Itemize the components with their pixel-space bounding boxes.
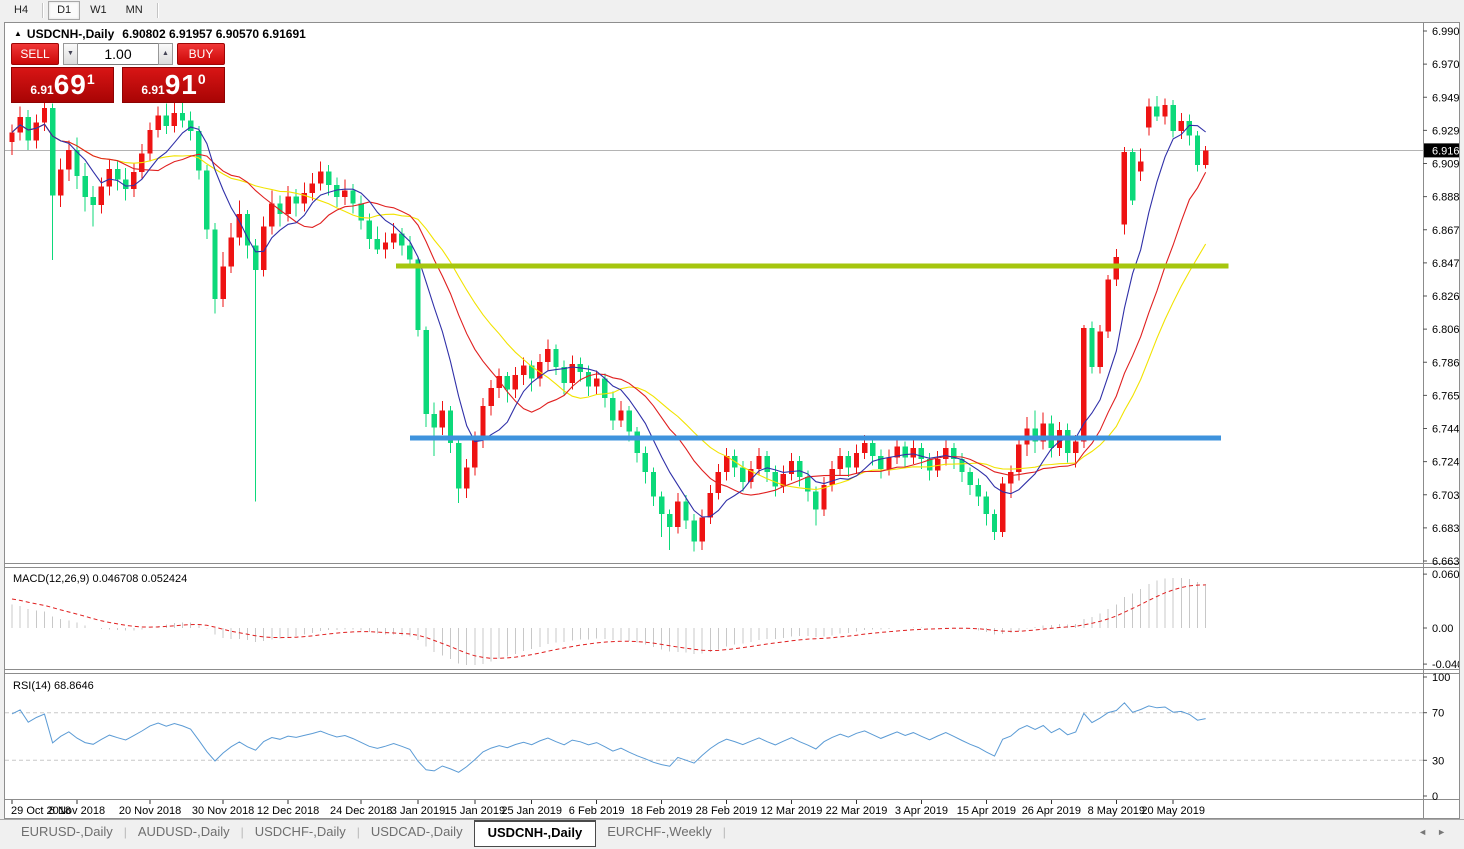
timeframe-button-w1[interactable]: W1 [81, 1, 116, 20]
sell-price-display[interactable]: 6.91 69 1 [11, 67, 114, 103]
timeframe-button-h4[interactable]: H4 [5, 1, 37, 20]
ma-fast-line [11, 123, 1206, 518]
date-label: 3 Jan 2019 [391, 805, 445, 817]
toolbar-separator [42, 3, 45, 18]
macd-panel[interactable]: MACD(12,26,9) 0.046708 0.052424 [11, 573, 1207, 665]
tab-scroll-arrows[interactable]: ◄► [1418, 827, 1456, 837]
date-label: 8 May 2019 [1088, 805, 1145, 817]
timeframe-toolbar: H4 D1 W1 MN [0, 0, 1464, 21]
price-axis-label: 6.90910 [1432, 159, 1459, 171]
date-axis[interactable]: 29 Oct 20188 Nov 2018 20 Nov 2018 30 Nov 2… [11, 800, 1205, 817]
price-axis-label: 6.70390 [1432, 490, 1459, 502]
tab-usdchf-daily[interactable]: USDCHF-,Daily [244, 820, 357, 844]
date-label: 12 Dec 2018 [257, 805, 319, 817]
price-axis-label: 6.74470 [1432, 424, 1459, 436]
candlesticks [9, 96, 1209, 552]
macd-axis-label: -0.040415 [1432, 659, 1459, 671]
one-click-trading-widget: SELL ▼ ▲ BUY 6.91 69 1 6.91 91 0 [11, 43, 225, 103]
price-axis-label: 6.66310 [1432, 556, 1459, 568]
price-axis-label: 6.97030 [1432, 59, 1459, 71]
current-price-tag-text: 6.91691 [1432, 145, 1459, 157]
sell-price-prefix: 6.91 [30, 82, 54, 97]
date-label: 3 Apr 2019 [895, 805, 948, 817]
date-label: 20 May 2019 [1141, 805, 1205, 817]
buy-price-big: 91 [164, 69, 198, 100]
resistance-line[interactable] [396, 263, 1229, 269]
rsi-panel[interactable]: RSI(14) 68.8646 [5, 680, 1423, 773]
date-label: 20 Nov 2018 [119, 805, 181, 817]
price-chart-svg[interactable]: MACD(12,26,9) 0.046708 0.052424 RSI(14) 6… [5, 23, 1459, 818]
rsi-axis-label: 100 [1432, 672, 1450, 684]
chart-window: MACD(12,26,9) 0.046708 0.052424 RSI(14) 6… [4, 22, 1460, 819]
price-axis-label: 6.94990 [1432, 92, 1459, 104]
price-panel[interactable] [5, 96, 1423, 552]
tab-separator: | [722, 825, 726, 839]
macd-label: MACD(12,26,9) 0.046708 0.052424 [13, 573, 187, 585]
tab-usdcnh-daily[interactable]: USDCNH-,Daily [473, 820, 597, 847]
date-label: 24 Dec 2018 [330, 805, 392, 817]
date-label: 28 Feb 2019 [696, 805, 758, 817]
tab-eurchf-weekly[interactable]: EURCHF-,Weekly [596, 820, 723, 844]
toolbar-separator [156, 3, 159, 18]
date-label: 15 Apr 2019 [957, 805, 1016, 817]
sell-price-big: 69 [53, 69, 87, 100]
macd-axis-label: 0.00 [1432, 623, 1453, 635]
date-label: 6 Feb 2019 [569, 805, 625, 817]
price-axis-label: 6.86770 [1432, 225, 1459, 237]
price-axis[interactable]: 6.99070 6.97030 6.94990 6.92950 6.90910 6.888… [1423, 23, 1459, 818]
tab-audusd-daily[interactable]: AUDUSD-,Daily [127, 820, 241, 844]
collapse-trade-panel-icon[interactable]: ▲ [14, 29, 22, 38]
tab-eurusd-daily[interactable]: EURUSD-,Daily [10, 820, 124, 844]
price-axis-label: 6.76510 [1432, 390, 1459, 402]
sell-price-sup: 1 [86, 70, 95, 87]
price-axis-label: 6.99070 [1432, 26, 1459, 38]
volume-input[interactable] [78, 43, 158, 65]
macd-axis-label: 0.060342 [1432, 569, 1459, 581]
price-axis-label: 6.92950 [1432, 125, 1459, 137]
macd-signal-line [11, 584, 1206, 659]
rsi-line [11, 702, 1206, 773]
price-axis-label: 6.78610 [1432, 357, 1459, 369]
chart-ohlc-values: 6.90802 6.91957 6.90570 6.91691 [122, 27, 306, 41]
date-label: 26 Apr 2019 [1022, 805, 1081, 817]
price-axis-label: 6.68350 [1432, 523, 1459, 535]
support-line[interactable] [409, 435, 1222, 441]
indicator-panels: MACD(12,26,9) 0.046708 0.052424 RSI(14) 6… [5, 563, 1459, 817]
price-axis-label: 6.88810 [1432, 192, 1459, 204]
timeframe-button-d1[interactable]: D1 [48, 1, 81, 20]
sell-button[interactable]: SELL [11, 43, 59, 65]
buy-button[interactable]: BUY [177, 43, 225, 65]
buy-price-sup: 0 [197, 70, 206, 87]
rsi-axis-label: 70 [1432, 708, 1444, 720]
rsi-axis-label: 0 [1432, 791, 1438, 803]
price-axis-label: 6.82690 [1432, 291, 1459, 303]
tab-usdcad-daily[interactable]: USDCAD-,Daily [360, 820, 474, 844]
date-label: 15 Jan 2019 [445, 805, 506, 817]
date-label: 8 Nov 2018 [49, 805, 105, 817]
date-label: 18 Feb 2019 [631, 805, 693, 817]
rsi-axis-label: 30 [1432, 755, 1444, 767]
price-axis-label: 6.72430 [1432, 457, 1459, 469]
date-label: 25 Jan 2019 [501, 805, 562, 817]
chart-title: ▲ USDCNH-,Daily 6.90802 6.91957 6.90570 6.… [14, 27, 306, 41]
buy-price-display[interactable]: 6.91 91 0 [122, 67, 225, 103]
date-label: 22 Mar 2019 [826, 805, 888, 817]
price-axis-label: 6.80650 [1432, 324, 1459, 336]
rsi-label: RSI(14) 68.8646 [13, 680, 94, 692]
timeframe-button-mn[interactable]: MN [117, 1, 152, 20]
date-label: 30 Nov 2018 [192, 805, 254, 817]
price-axis-label: 6.84730 [1432, 258, 1459, 270]
volume-increase-button[interactable]: ▲ [158, 43, 173, 65]
volume-decrease-button[interactable]: ▼ [63, 43, 78, 65]
chart-symbol-label: USDCNH-,Daily [26, 27, 115, 41]
buy-price-prefix: 6.91 [141, 82, 165, 97]
chart-tab-bar: EURUSD-,Daily | AUDUSD-,Daily | USDCHF-,Dail… [0, 819, 1464, 849]
date-label: 12 Mar 2019 [761, 805, 823, 817]
